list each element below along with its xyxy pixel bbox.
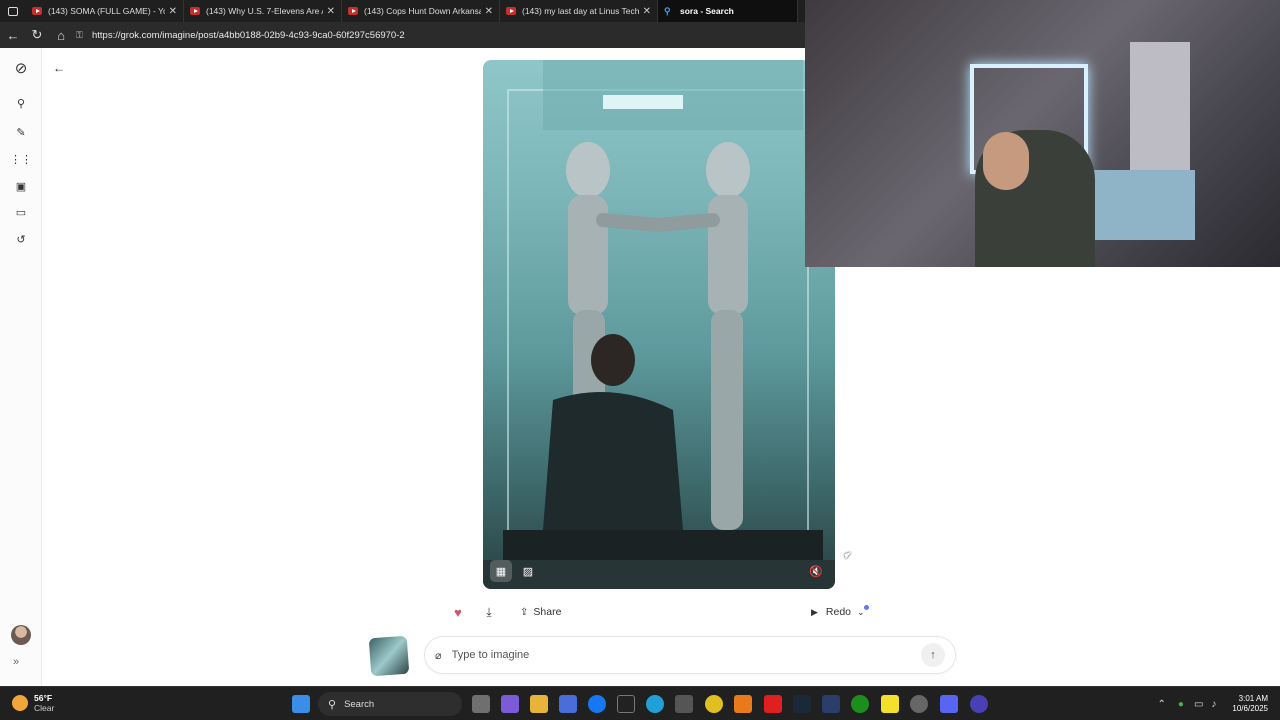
tab-title: (143) SOMA (FULL GAME) - YouT [48, 6, 165, 16]
home-icon[interactable]: ⌂ [50, 22, 72, 48]
game-launcher-icon[interactable] [822, 695, 840, 713]
tab-title: (143) Why U.S. 7-Elevens Are Ad [206, 6, 323, 16]
microphone-icon[interactable]: ● [1178, 699, 1184, 710]
close-icon[interactable]: ✕ [327, 6, 335, 17]
youtube-icon [506, 7, 516, 15]
clock-date: 10/6/2025 [1232, 704, 1268, 713]
obs-icon[interactable] [910, 695, 928, 713]
history-icon[interactable]: ↺ [11, 229, 31, 249]
download-icon[interactable]: ⤓ [480, 603, 498, 621]
redo-label: Redo [825, 606, 852, 618]
reload-icon[interactable]: ↻ [26, 22, 48, 48]
chrome-icon[interactable] [705, 695, 723, 713]
calculator-icon[interactable] [675, 695, 693, 713]
share-button[interactable]: ⇪ Share [510, 601, 571, 623]
app-icon[interactable] [970, 695, 988, 713]
close-icon[interactable]: ✕ [485, 6, 493, 17]
vlc-icon[interactable] [734, 695, 752, 713]
clock[interactable]: 3:01 AM 10/6/2025 [1232, 694, 1268, 714]
imagine-icon[interactable]: ▣ [11, 176, 31, 196]
search-icon[interactable]: ⚲ [11, 93, 31, 113]
task-view-icon[interactable] [472, 695, 490, 713]
close-icon[interactable]: ✕ [169, 6, 177, 17]
address-bar: ← ↻ ⌂ ⚿ https://grok.com/imagine/post/a4… [0, 22, 805, 48]
weather-desc: Clear [34, 703, 55, 713]
tab-title: sora - Search [680, 6, 734, 16]
expand-sidebar-icon[interactable]: » [13, 656, 19, 668]
weather-temp: 56°F [34, 693, 53, 703]
youtube-icon [348, 7, 358, 15]
back-button[interactable]: ← [48, 57, 70, 79]
source-image-thumbnail[interactable] [368, 635, 410, 677]
discord-icon[interactable] [940, 695, 958, 713]
sidebar: ⊘ ⚲ ✎ ⋮⋮ ▣ ▭ ↺ » [0, 48, 42, 686]
grok-logo-icon[interactable]: ⊘ [11, 58, 31, 78]
browser-tab[interactable]: (143) Why U.S. 7-Elevens Are Ad ✕ [184, 0, 342, 22]
video-mode-icon[interactable]: ▦ [490, 560, 512, 582]
attach-icon[interactable]: ⌀ [435, 649, 442, 662]
like-icon[interactable]: ♥ [449, 603, 467, 621]
edge-icon[interactable] [646, 695, 664, 713]
youtube-icon [32, 7, 42, 15]
image-mode-icon[interactable]: ▨ [517, 560, 539, 582]
prompt-bar: ⌀ ↑ [425, 637, 955, 673]
share-label: Share [533, 606, 562, 618]
sticky-notes-icon[interactable] [881, 695, 899, 713]
browser-tab[interactable]: (143) SOMA (FULL GAME) - YouT ✕ [26, 0, 184, 22]
notification-dot [864, 605, 869, 610]
avatar[interactable] [11, 625, 31, 645]
back-arrow-icon[interactable]: ← [2, 22, 24, 48]
browser-tab[interactable]: (143) Cops Hunt Down Arkansas ✕ [342, 0, 500, 22]
facebook-icon[interactable] [588, 695, 606, 713]
search-icon: ⚲ [664, 6, 671, 16]
system-tray: ⌃ ● ▭ ♪ 3:01 AM 10/6/2025 [1158, 687, 1280, 720]
youtube-icon[interactable] [764, 695, 782, 713]
search-label: Search [344, 698, 375, 710]
steam-icon[interactable] [793, 695, 811, 713]
window-menu-icon[interactable] [0, 0, 26, 22]
mouse-cursor [844, 552, 853, 559]
screen: (143) SOMA (FULL GAME) - YouT ✕ (143) Wh… [0, 0, 1280, 720]
clock-time: 3:01 AM [1238, 694, 1268, 703]
taskbar-search[interactable]: ⚲ Search [318, 692, 462, 716]
tab-title: (143) Cops Hunt Down Arkansas [364, 6, 481, 16]
generated-video[interactable]: ▦ ▨ 🔇 [483, 60, 835, 589]
close-icon[interactable]: ✕ [643, 6, 651, 17]
search-icon: ⚲ [328, 698, 337, 711]
mute-icon[interactable]: 🔇 [805, 560, 827, 582]
generated-image-art [483, 60, 835, 589]
redo-button[interactable]: ▶ Redo ⌄ [803, 601, 873, 623]
site-info-icon[interactable]: ⚿ [76, 30, 86, 40]
weather-icon [12, 695, 28, 711]
folder-icon[interactable]: ▭ [11, 202, 31, 222]
youtube-icon [190, 7, 200, 15]
webcam-overlay [805, 0, 1280, 267]
store-icon[interactable] [559, 695, 577, 713]
share-icon: ⇪ [520, 606, 529, 618]
play-icon: ▶ [811, 606, 818, 617]
copilot-icon[interactable] [501, 695, 519, 713]
amazon-icon[interactable] [617, 695, 635, 713]
url-text: https://grok.com/imagine/post/a4bb0188-0… [92, 29, 405, 41]
browser-tab-active[interactable]: ⚲ sora - Search [658, 0, 798, 22]
new-chat-icon[interactable]: ✎ [11, 122, 31, 142]
tab-title: (143) my last day at Linus Tech Ti [522, 6, 639, 16]
file-explorer-icon[interactable] [530, 695, 548, 713]
weather-widget[interactable]: 56°F Clear [12, 693, 54, 713]
url-field[interactable]: ⚿ https://grok.com/imagine/post/a4bb0188… [76, 25, 801, 45]
streamer-head [983, 132, 1029, 190]
start-icon[interactable] [292, 695, 310, 713]
prompt-input[interactable] [451, 649, 921, 661]
chevron-up-icon[interactable]: ⌃ [1158, 699, 1166, 710]
browser-tab[interactable]: (143) my last day at Linus Tech Ti ✕ [500, 0, 658, 22]
xbox-icon[interactable] [851, 695, 869, 713]
send-button[interactable]: ↑ [921, 643, 945, 667]
volume-icon[interactable]: ♪ [1211, 699, 1216, 710]
voice-icon[interactable]: ⋮⋮ [10, 149, 32, 169]
display-icon[interactable]: ▭ [1194, 699, 1203, 710]
taskbar: 56°F Clear ⚲ Search ⌃ ● ▭ ♪ 3:01 AM 10/6… [0, 686, 1280, 720]
